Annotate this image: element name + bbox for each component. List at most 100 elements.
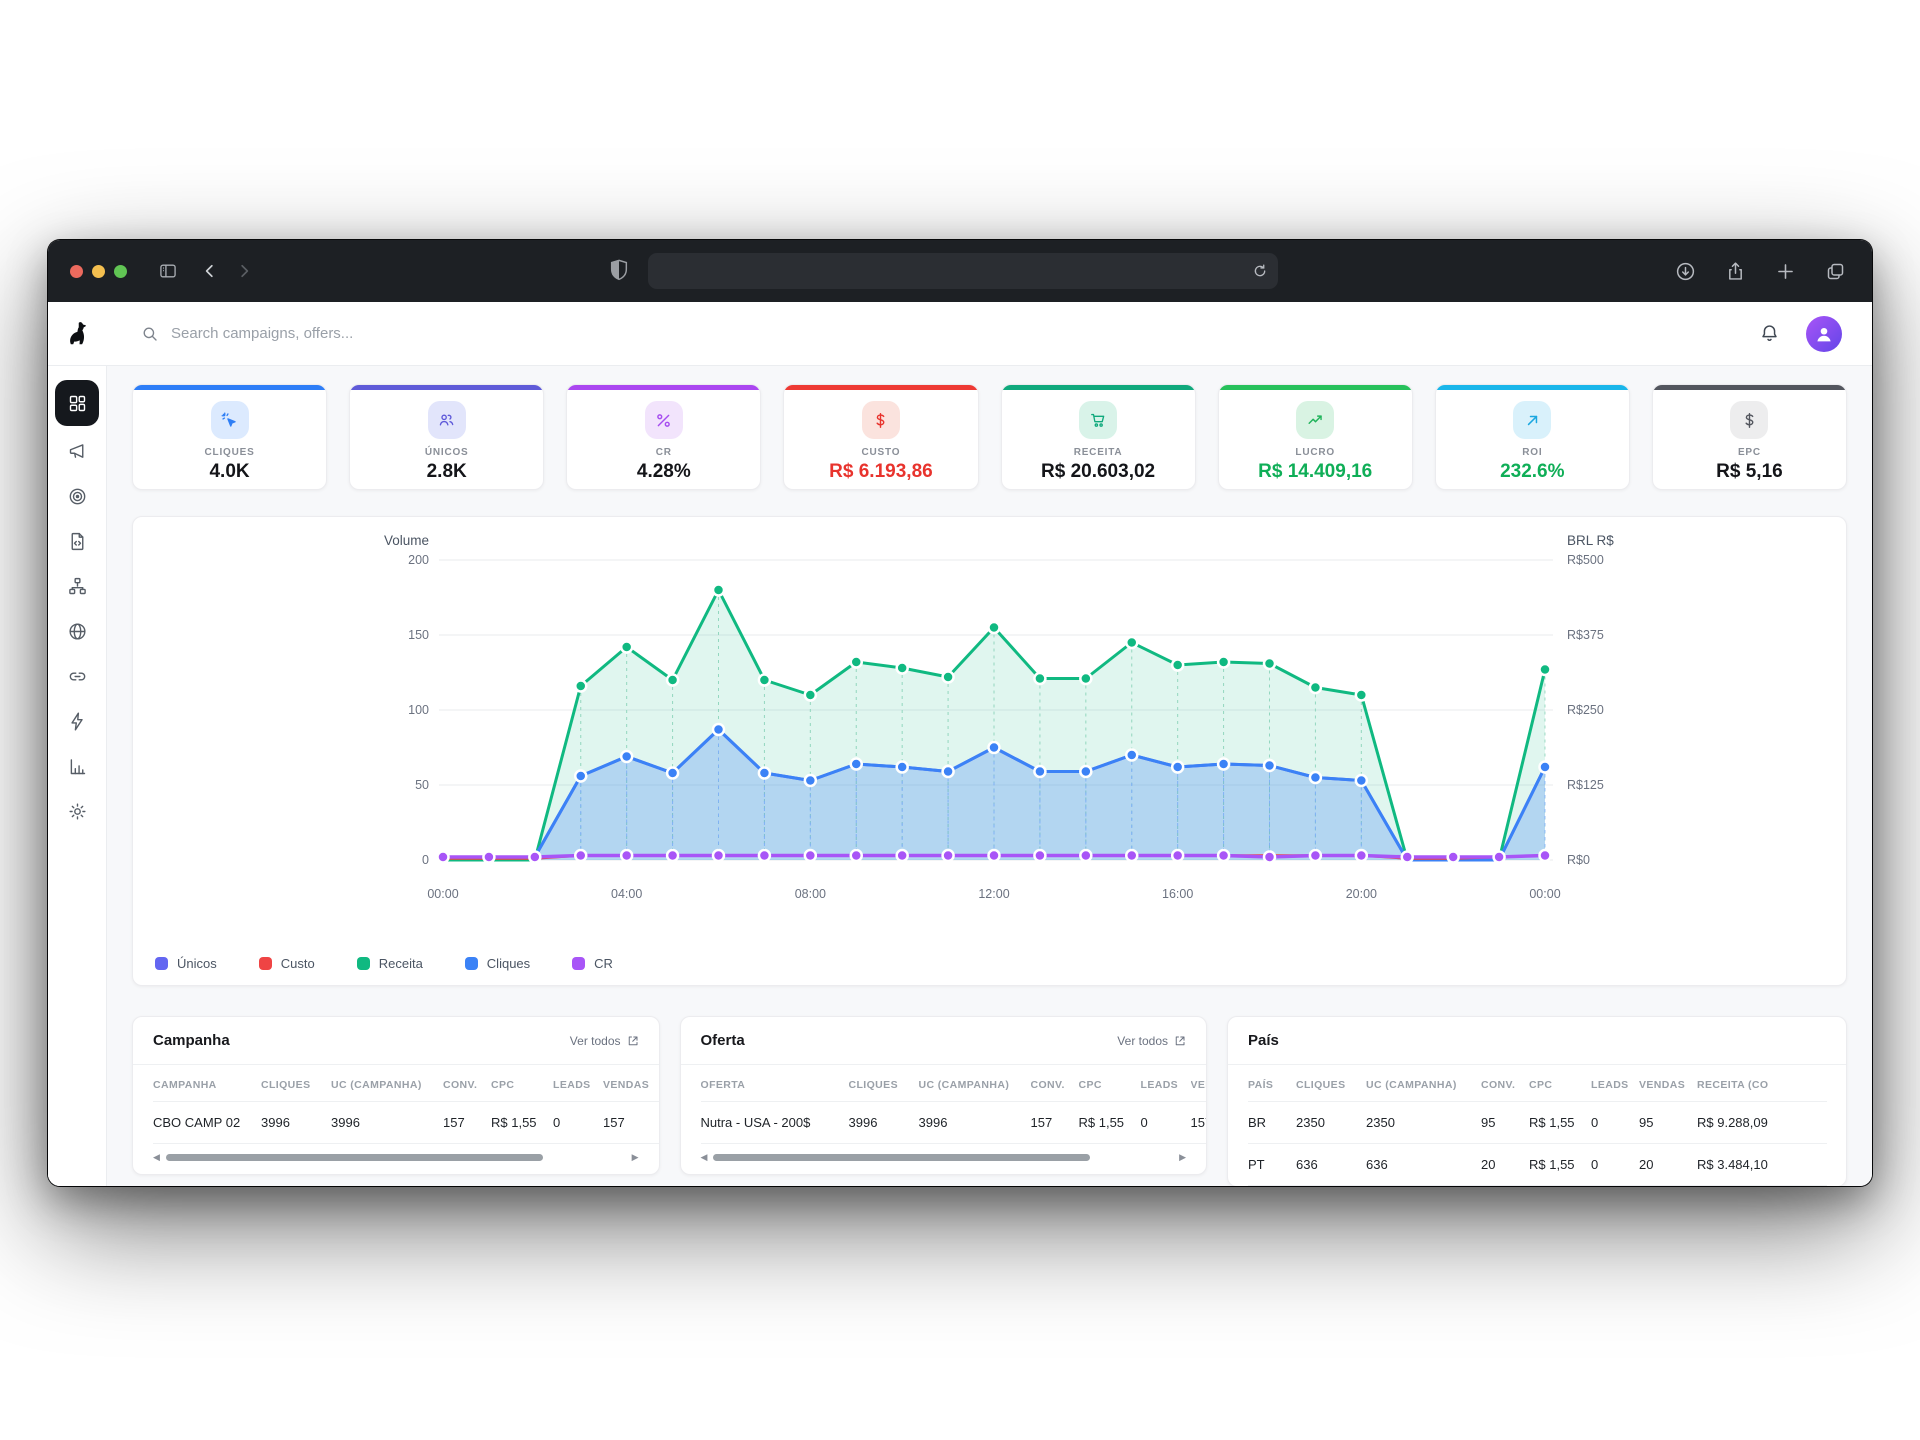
stat-card-receita[interactable]: RECEITAR$ 20.603,02 — [1001, 384, 1196, 490]
stat-value: R$ 20.603,02 — [1002, 461, 1195, 483]
traffic-lights — [70, 265, 127, 278]
app-root: CLIQUES4.0KÚNICOS2.8KCR4.28%CUSTOR$ 6.19… — [48, 302, 1872, 1186]
svg-text:00:00: 00:00 — [427, 887, 458, 901]
svg-text:50: 50 — [415, 778, 429, 792]
legend-item-custo[interactable]: Custo — [259, 956, 315, 971]
sidebar-item-lightning-icon[interactable] — [55, 699, 99, 743]
sidebar-item-file-code-icon[interactable] — [55, 519, 99, 563]
users-icon — [428, 401, 466, 439]
stat-card-cr[interactable]: CR4.28% — [566, 384, 761, 490]
cart-icon — [1079, 401, 1117, 439]
traffic-chart: 050100150200VolumeR$0R$125R$250R$375R$50… — [133, 517, 1851, 957]
target-icon — [67, 486, 88, 507]
table-cell: 157 — [443, 1102, 491, 1144]
table-title: País — [1248, 1032, 1279, 1049]
sidebar-item-sitemap-icon[interactable] — [55, 564, 99, 608]
svg-text:BRL R$: BRL R$ — [1567, 533, 1614, 548]
share-icon[interactable] — [1718, 256, 1752, 286]
table-cell: Nutra - USA - 200$ — [701, 1102, 849, 1144]
table-cell: 157 — [1191, 1102, 1207, 1144]
stat-label: ÚNICOS — [350, 447, 543, 458]
legend-item-únicos[interactable]: Únicos — [155, 956, 217, 971]
chart-legend: Únicos Custo Receita Cliques CR — [155, 956, 613, 971]
arrow-up-right-icon — [1513, 401, 1551, 439]
sidebar-item-dashboard-icon[interactable] — [55, 380, 99, 426]
table-row: PT63663620R$ 1,55020R$ 3.484,10 — [1248, 1144, 1827, 1186]
dog-logo[interactable] — [48, 320, 107, 347]
legend-item-receita[interactable]: Receita — [357, 956, 423, 971]
ver-todos-link[interactable]: Ver todos — [570, 1034, 639, 1048]
reload-icon[interactable] — [1252, 263, 1268, 279]
table-cell: R$ 9.288,09 — [1697, 1102, 1827, 1144]
scroll-left-arrow[interactable]: ◀ — [701, 1153, 708, 1162]
scroll-right-arrow[interactable]: ▶ — [632, 1153, 639, 1162]
card-accent-bar — [1653, 385, 1846, 390]
stat-card-custo[interactable]: CUSTOR$ 6.193,86 — [783, 384, 978, 490]
scrollbar-thumb[interactable] — [713, 1154, 1090, 1161]
stat-value: R$ 5,16 — [1653, 461, 1846, 483]
file-code-icon — [67, 531, 88, 552]
scroll-left-arrow[interactable]: ◀ — [153, 1153, 160, 1162]
table-cell: CBO CAMP 02 — [153, 1102, 261, 1144]
stat-card-únicos[interactable]: ÚNICOS2.8K — [349, 384, 544, 490]
bell-icon[interactable] — [1759, 323, 1780, 344]
sidebar-item-bar-chart-icon[interactable] — [55, 744, 99, 788]
stat-label: EPC — [1653, 447, 1846, 458]
legend-swatch — [572, 957, 585, 970]
close-window-button[interactable] — [70, 265, 83, 278]
column-header: LEADS — [1591, 1065, 1639, 1102]
new-tab-icon[interactable] — [1768, 256, 1802, 286]
table-cell: PT — [1248, 1144, 1296, 1186]
table-cell: 95 — [1639, 1102, 1697, 1144]
stat-label: CUSTO — [784, 447, 977, 458]
horizontal-scrollbar[interactable]: ◀▶ — [681, 1144, 1207, 1174]
sidebar-item-gear-icon[interactable] — [55, 789, 99, 833]
forward-button[interactable] — [227, 256, 261, 286]
column-header: VENDAS — [1639, 1065, 1697, 1102]
svg-text:20:00: 20:00 — [1346, 887, 1377, 901]
scrollbar-thumb[interactable] — [166, 1154, 543, 1161]
zoom-window-button[interactable] — [114, 265, 127, 278]
stat-card-lucro[interactable]: LUCROR$ 14.409,16 — [1218, 384, 1413, 490]
sidebar-item-globe-icon[interactable] — [55, 609, 99, 653]
svg-text:R$0: R$0 — [1567, 853, 1590, 867]
privacy-shield-icon[interactable] — [608, 257, 630, 283]
minimize-window-button[interactable] — [92, 265, 105, 278]
external-link-icon — [627, 1035, 639, 1047]
legend-item-cr[interactable]: CR — [572, 956, 613, 971]
column-header: RECEITA (CO — [1697, 1065, 1827, 1102]
svg-text:00:00: 00:00 — [1529, 887, 1560, 901]
column-header: CPC — [1529, 1065, 1591, 1102]
tab-overview-icon[interactable] — [1818, 256, 1852, 286]
svg-text:12:00: 12:00 — [978, 887, 1009, 901]
card-accent-bar — [133, 385, 326, 390]
table-cell: 3996 — [849, 1102, 919, 1144]
sidebar-item-megaphone-icon[interactable] — [55, 429, 99, 473]
horizontal-scrollbar[interactable]: ◀▶ — [133, 1144, 659, 1174]
browser-titlebar — [48, 240, 1872, 302]
column-header: CAMPANHA — [153, 1065, 261, 1102]
scroll-right-arrow[interactable]: ▶ — [1179, 1153, 1186, 1162]
globe-icon — [67, 621, 88, 642]
address-bar[interactable] — [648, 253, 1278, 289]
sidebar-item-target-icon[interactable] — [55, 474, 99, 518]
back-button[interactable] — [193, 256, 227, 286]
legend-item-cliques[interactable]: Cliques — [465, 956, 530, 971]
svg-text:16:00: 16:00 — [1162, 887, 1193, 901]
stat-card-epc[interactable]: EPC R$ 5,16 — [1652, 384, 1847, 490]
table-cell: R$ 1,55 — [1529, 1102, 1591, 1144]
percent-icon — [645, 401, 683, 439]
stat-card-cliques[interactable]: CLIQUES4.0K — [132, 384, 327, 490]
column-header: UC (CAMPANHA) — [1366, 1065, 1481, 1102]
bar-chart-icon — [67, 756, 88, 777]
sidebar-toggle-icon[interactable] — [151, 256, 185, 286]
table-cell: 157 — [1031, 1102, 1079, 1144]
column-header: VENDAS — [603, 1065, 659, 1102]
downloads-icon[interactable] — [1668, 256, 1702, 286]
stat-card-roi[interactable]: ROI232.6% — [1435, 384, 1630, 490]
sidebar-item-link-icon[interactable] — [55, 654, 99, 698]
user-avatar[interactable] — [1806, 316, 1842, 352]
ver-todos-link[interactable]: Ver todos — [1117, 1034, 1186, 1048]
search-input[interactable] — [171, 325, 591, 342]
card-accent-bar — [1436, 385, 1629, 390]
